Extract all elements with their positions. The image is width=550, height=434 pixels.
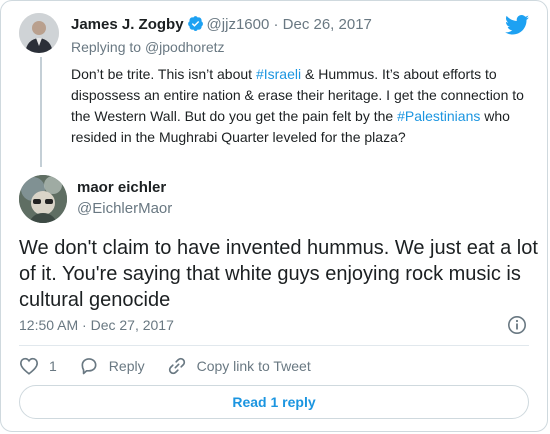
replying-to-label: Replying to: [71, 39, 145, 55]
divider: [19, 345, 529, 346]
replying-to-handle[interactable]: @jpodhoretz: [145, 39, 225, 55]
avatar[interactable]: [19, 175, 67, 223]
avatar[interactable]: [19, 13, 59, 53]
hashtag-link[interactable]: #Israeli: [256, 66, 301, 82]
tweet-actions: 1 Reply Copy link to Tweet: [19, 355, 333, 377]
person-avatar-image: [19, 175, 67, 223]
like-count: 1: [49, 358, 57, 374]
read-replies-label: Read 1 reply: [232, 394, 316, 410]
hashtag-link[interactable]: #Palestinians: [397, 108, 480, 124]
tweet-text: We don't claim to have invented hummus. …: [19, 237, 538, 311]
author-handle[interactable]: @EichlerMaor: [77, 200, 172, 217]
tweet-embed-card: James J. Zogby @jjz1600 · Dec 26, 2017 Re…: [0, 0, 548, 432]
tweet-timestamp[interactable]: 12:50 AM · Dec 27, 2017: [19, 317, 174, 333]
reply-bubble-icon: [81, 358, 97, 375]
author-handle[interactable]: @jjz1600: [207, 16, 270, 33]
twitter-bird-icon[interactable]: [505, 15, 529, 35]
thread-connector: [40, 57, 42, 167]
read-replies-button[interactable]: Read 1 reply: [19, 385, 529, 419]
tweet-date[interactable]: Dec 26, 2017: [283, 16, 372, 33]
heart-icon: [19, 357, 39, 375]
link-icon: [168, 357, 185, 375]
person-avatar-image: [19, 13, 59, 53]
info-icon[interactable]: [507, 315, 527, 335]
tweet-header: James J. Zogby @jjz1600 · Dec 26, 2017: [71, 15, 372, 35]
separator: ·: [273, 16, 279, 33]
like-button[interactable]: 1: [19, 357, 57, 375]
reply-button[interactable]: Reply: [79, 356, 145, 376]
reply-label: Reply: [108, 358, 145, 374]
verified-badge-icon: [187, 16, 203, 32]
copy-link-label: Copy link to Tweet: [196, 358, 311, 374]
tweet-text-segment: Don’t be trite. This isn’t about: [71, 66, 256, 82]
replying-to: Replying to @jpodhoretz: [71, 39, 225, 55]
author-name[interactable]: James J. Zogby: [71, 16, 184, 33]
tweet-text: Don’t be trite. This isn’t about #Israel…: [71, 64, 541, 148]
copy-link-button[interactable]: Copy link to Tweet: [167, 356, 311, 376]
author-name[interactable]: maor eichler: [77, 179, 166, 196]
